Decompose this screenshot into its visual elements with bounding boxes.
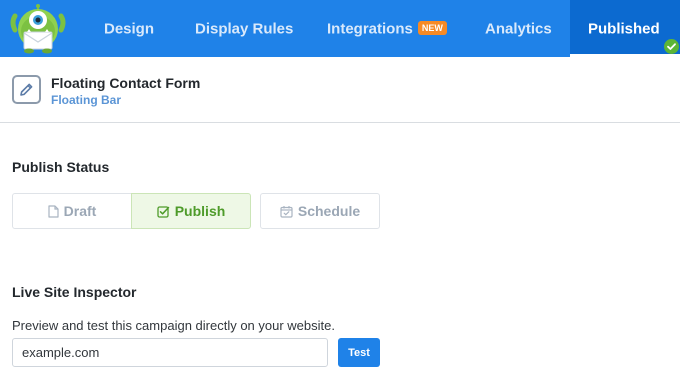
nav-tab-published[interactable]: Published xyxy=(570,0,680,57)
campaign-type-link[interactable]: Floating Bar xyxy=(51,93,121,107)
file-icon xyxy=(48,204,59,218)
live-site-inspector-heading: Live Site Inspector xyxy=(12,284,137,300)
calendar-check-icon xyxy=(280,205,293,218)
edit-campaign-button[interactable] xyxy=(12,75,41,104)
nav-tab-published-label: Published xyxy=(588,20,660,38)
site-url-input[interactable] xyxy=(12,338,328,367)
campaign-title: Floating Contact Form xyxy=(51,75,201,91)
optinmonster-logo-icon[interactable] xyxy=(9,4,67,54)
schedule-option-label: Schedule xyxy=(297,203,361,219)
nav-tab-analytics-label: Analytics xyxy=(485,20,552,38)
new-badge: NEW xyxy=(417,21,447,36)
draft-option-button[interactable]: Draft xyxy=(12,193,132,229)
inspector-description: Preview and test this campaign directly … xyxy=(12,318,335,333)
pencil-icon xyxy=(20,83,33,96)
publish-option-button[interactable]: Publish xyxy=(131,193,251,229)
nav-tab-integrations-label: Integrations xyxy=(327,20,413,38)
nav-tab-display-rules[interactable]: Display Rules xyxy=(195,0,293,57)
nav-tab-analytics[interactable]: Analytics xyxy=(485,0,552,57)
nav-tab-design[interactable]: Design xyxy=(104,0,154,57)
campaign-header: Floating Contact Form Floating Bar xyxy=(0,57,680,123)
nav-tab-display-rules-label: Display Rules xyxy=(195,20,294,38)
publish-status-heading: Publish Status xyxy=(12,159,110,175)
test-button[interactable]: Test xyxy=(338,338,380,367)
nav-tab-design-label: Design xyxy=(104,20,155,38)
publish-option-label: Publish xyxy=(174,203,226,219)
draft-option-label: Draft xyxy=(63,203,97,219)
top-navigation: Design Display Rules Integrations NEW Ana… xyxy=(0,0,680,57)
nav-tab-integrations[interactable]: Integrations NEW xyxy=(327,0,447,57)
schedule-option-button[interactable]: Schedule xyxy=(260,193,380,229)
check-square-icon xyxy=(157,205,169,218)
check-circle-icon xyxy=(663,21,679,54)
